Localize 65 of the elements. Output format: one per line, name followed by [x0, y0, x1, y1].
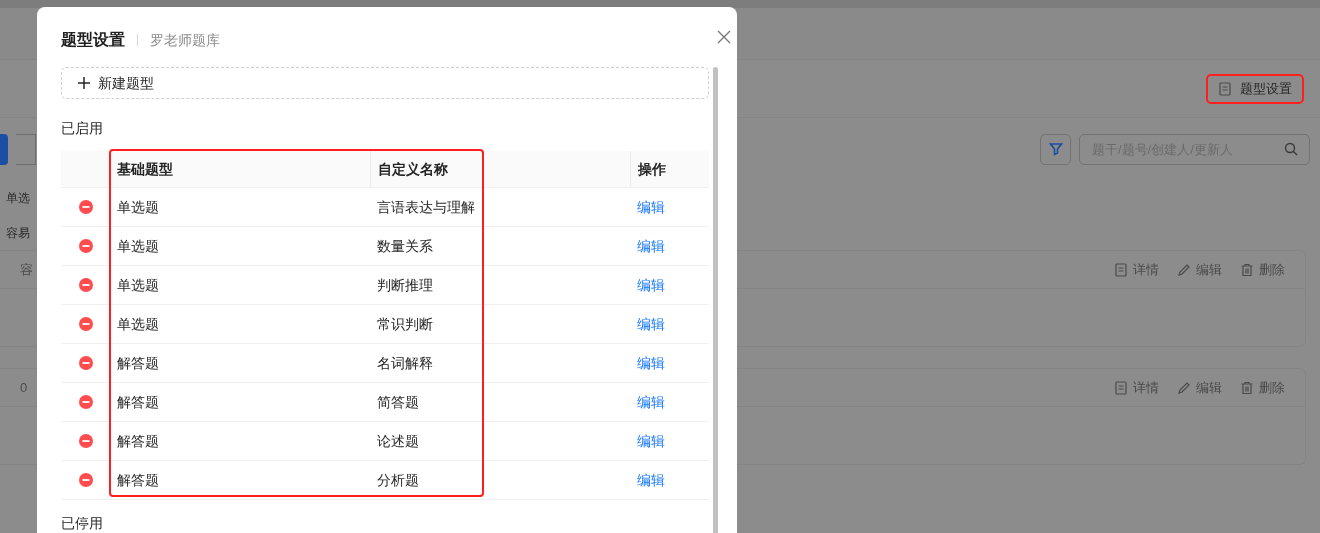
table-cell: 解答题 — [117, 432, 159, 449]
pencil-icon — [1177, 380, 1191, 395]
card-action-button[interactable]: 详情 — [1114, 377, 1159, 398]
edit-link[interactable]: 编辑 — [637, 274, 665, 296]
dialog-title: 题型设置 — [61, 30, 125, 50]
document-icon — [1218, 81, 1232, 96]
filter-tag: 单选 — [6, 188, 30, 207]
edit-link[interactable]: 编辑 — [637, 196, 665, 218]
primary-button[interactable] — [0, 133, 8, 165]
document-icon — [1114, 262, 1128, 277]
pencil-icon — [1177, 262, 1191, 277]
remove-icon[interactable] — [78, 239, 93, 253]
table-cell: 判断推理 — [377, 276, 433, 293]
edit-link[interactable]: 编辑 — [637, 391, 665, 413]
table-cell: 分析题 — [377, 471, 419, 488]
plus-icon — [78, 77, 90, 89]
table-cell: 数量关系 — [377, 237, 433, 254]
edit-link[interactable]: 编辑 — [637, 430, 665, 452]
card-action-button[interactable]: 编辑 — [1177, 377, 1222, 398]
table-cell: 论述题 — [377, 432, 419, 449]
remove-icon[interactable] — [78, 317, 93, 331]
card-action-button[interactable]: 编辑 — [1177, 259, 1222, 280]
table-cell: 解答题 — [117, 393, 159, 410]
card-meta: 容 — [19, 260, 33, 279]
remove-icon[interactable] — [78, 473, 93, 487]
trash-icon — [1240, 380, 1254, 395]
scrollbar[interactable] — [713, 67, 718, 533]
trash-icon — [1240, 262, 1254, 277]
table-cell: 言语表达与理解 — [377, 198, 475, 215]
table-cell: 常识判断 — [377, 315, 433, 332]
filter-icon — [1048, 142, 1063, 156]
document-icon — [1114, 380, 1128, 395]
card-action-button[interactable]: 删除 — [1240, 377, 1285, 398]
dialog-subtitle: 罗老师题库 — [150, 30, 220, 50]
filter-tag: 容易 — [6, 223, 30, 242]
table-cell: 解答题 — [117, 471, 159, 488]
card-meta: 0 — [19, 378, 28, 397]
card-action-button[interactable]: 详情 — [1114, 259, 1159, 280]
remove-icon[interactable] — [78, 278, 93, 292]
card-action-button[interactable]: 删除 — [1240, 259, 1285, 280]
table-cell: 单选题 — [117, 237, 159, 254]
section-heading: 已停用 — [61, 514, 103, 533]
remove-icon[interactable] — [78, 200, 93, 214]
search-icon — [1284, 141, 1298, 156]
edit-link[interactable]: 编辑 — [637, 235, 665, 257]
remove-icon[interactable] — [78, 434, 93, 448]
new-type-button[interactable]: 新建题型 — [61, 67, 709, 99]
table-cell: 单选题 — [117, 315, 159, 332]
question-type-settings-button[interactable]: 题型设置 — [1206, 73, 1304, 104]
table-cell: 名词解释 — [377, 354, 433, 371]
table-cell: 解答题 — [117, 354, 159, 371]
table-cell: 单选题 — [117, 276, 159, 293]
section-heading: 已启用 — [61, 119, 103, 138]
edit-link[interactable]: 编辑 — [637, 352, 665, 374]
table-cell: 单选题 — [117, 198, 159, 215]
edit-link[interactable]: 编辑 — [637, 313, 665, 335]
filter-button[interactable] — [1040, 133, 1071, 165]
edit-link[interactable]: 编辑 — [637, 469, 665, 491]
column-header: 基础题型 — [117, 159, 173, 179]
remove-icon[interactable] — [78, 395, 93, 409]
table-cell: 简答题 — [377, 393, 419, 410]
remove-icon[interactable] — [78, 356, 93, 370]
column-header: 自定义名称 — [378, 159, 448, 179]
close-icon[interactable] — [717, 30, 731, 44]
column-header: 操作 — [638, 159, 666, 179]
